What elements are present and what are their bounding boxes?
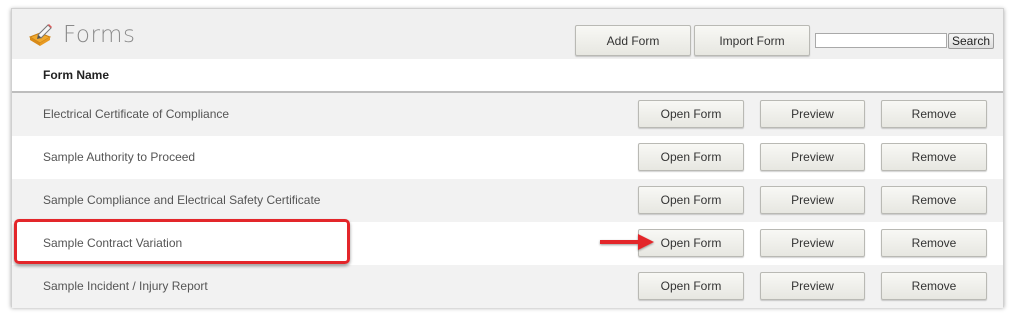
preview-button[interactable]: Preview [760, 229, 865, 257]
form-name: Sample Authority to Proceed [43, 150, 196, 164]
add-form-button[interactable]: Add Form [575, 25, 691, 56]
open-form-button[interactable]: Open Form [638, 143, 744, 171]
table-row: Sample Compliance and Electrical Safety … [12, 179, 1003, 222]
preview-button[interactable]: Preview [760, 272, 865, 300]
remove-button[interactable]: Remove [881, 100, 987, 128]
preview-button[interactable]: Preview [760, 186, 865, 214]
form-name: Sample Compliance and Electrical Safety … [43, 193, 321, 207]
open-form-button[interactable]: Open Form [638, 186, 744, 214]
form-name: Sample Incident / Injury Report [43, 279, 208, 293]
open-form-button[interactable]: Open Form [638, 100, 744, 128]
forms-header: Forms Add Form Import Form Search [12, 9, 1003, 59]
remove-button[interactable]: Remove [881, 272, 987, 300]
page-title: Forms [63, 22, 136, 48]
highlight-box [14, 219, 350, 264]
column-header-form-name: Form Name [43, 68, 110, 82]
preview-button[interactable]: Preview [760, 143, 865, 171]
search-button[interactable]: Search [948, 33, 994, 49]
form-name: Electrical Certificate of Compliance [43, 107, 230, 121]
import-form-button[interactable]: Import Form [694, 25, 810, 56]
remove-button[interactable]: Remove [881, 143, 987, 171]
remove-button[interactable]: Remove [881, 186, 987, 214]
preview-button[interactable]: Preview [760, 100, 865, 128]
remove-button[interactable]: Remove [881, 229, 987, 257]
table-row: Electrical Certificate of Compliance Ope… [12, 93, 1003, 136]
search-input[interactable] [815, 33, 947, 48]
forms-pencil-icon [28, 24, 52, 46]
table-row: Sample Incident / Injury Report Open For… [12, 265, 1003, 308]
open-form-button[interactable]: Open Form [638, 272, 744, 300]
red-arrow-right-icon [600, 234, 654, 250]
table-row: Sample Authority to Proceed Open Form Pr… [12, 136, 1003, 179]
column-header: Form Name [12, 59, 1003, 93]
